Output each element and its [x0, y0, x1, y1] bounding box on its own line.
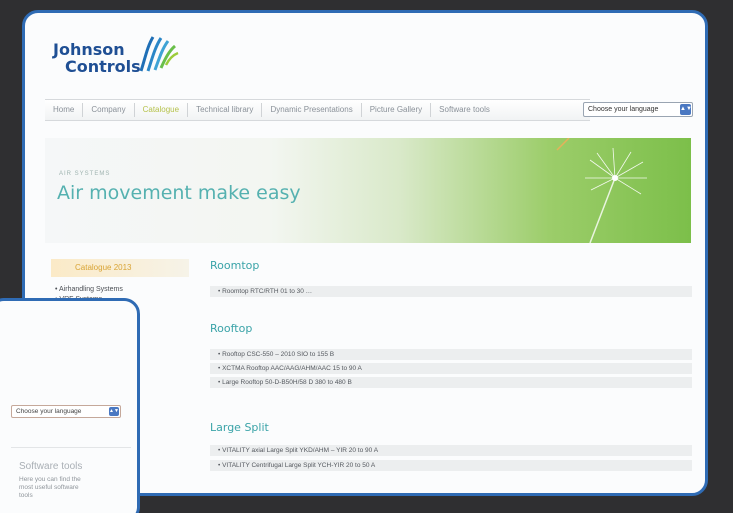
nav-software-tools[interactable]: Software tools [431, 103, 498, 117]
sidebar-heading[interactable]: Catalogue 2013 [51, 259, 189, 277]
main-navigation: Home Company Catalogue Technical library… [45, 99, 590, 121]
list-item[interactable]: • Large Rooftop 50-D-B50H/58 D 380 to 48… [210, 377, 692, 388]
language-select[interactable]: Choose your language ▲▼ [583, 102, 693, 117]
list-item[interactable]: • XCTMA Rooftop AAC/AAG/AHM/AAC 15 to 90… [210, 363, 692, 374]
sidebar-item-airhandling[interactable]: • Airhandling Systems [55, 285, 123, 295]
list-item[interactable]: • VITALITY Centrifugal Large Split YCH-Y… [210, 460, 692, 471]
software-tools-title[interactable]: Software tools [19, 461, 82, 472]
section-title-roomtop: Roomtop [210, 259, 260, 272]
nav-company[interactable]: Company [83, 103, 135, 117]
nav-picture-gallery[interactable]: Picture Gallery [362, 103, 432, 117]
select-arrow-icon: ▲▼ [680, 104, 692, 115]
list-item[interactable]: • Rooftop CSC-550 – 2010 SIO to 155 B [210, 349, 692, 360]
language-select-value: Choose your language [588, 106, 659, 113]
dandelion-image [556, 138, 647, 243]
nav-home[interactable]: Home [45, 103, 84, 117]
section-title-large-split: Large Split [210, 421, 269, 434]
select-arrow-icon: ▲▼ [109, 407, 119, 416]
hero-banner: AIR SYSTEMS Air movement make easy [45, 138, 691, 243]
list-item[interactable]: • VITALITY axial Large Split YKD/AHM – Y… [210, 445, 692, 456]
banner-kicker: AIR SYSTEMS [59, 171, 111, 177]
banner-title: Air movement make easy [57, 182, 301, 204]
software-tools-description: Here you can find the most useful softwa… [19, 476, 81, 499]
johnson-controls-logo[interactable]: Johnson Controls [53, 31, 193, 91]
overlay-language-select[interactable]: Choose your language ▲▼ [11, 405, 121, 418]
nav-catalogue[interactable]: Catalogue [135, 103, 189, 117]
section-title-rooftop: Rooftop [210, 322, 253, 335]
divider [11, 447, 131, 448]
browser-window-overlay: Choose your language ▲▼ Software tools H… [0, 298, 140, 513]
logo-swoosh-icon [139, 36, 179, 72]
nav-dynamic-presentations[interactable]: Dynamic Presentations [262, 103, 362, 117]
logo-line-2: Controls [65, 57, 141, 76]
nav-technical-library[interactable]: Technical library [188, 103, 263, 117]
logo-wordmark: Johnson Controls [53, 41, 141, 75]
list-item[interactable]: • Roomtop RTC/RTH 01 to 30 … [210, 286, 692, 297]
overlay-language-select-value: Choose your language [16, 408, 82, 415]
logo-line-1: Johnson [53, 40, 125, 59]
